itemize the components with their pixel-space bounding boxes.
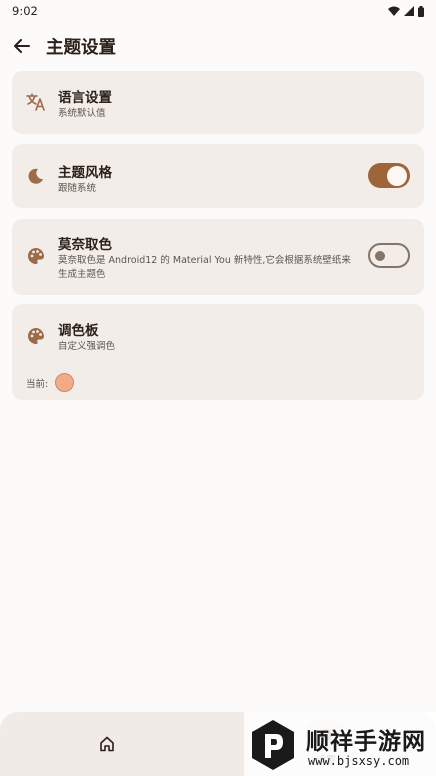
page-title: 主题设置 (46, 37, 116, 58)
watermark-url: www.bjsxsy.com (308, 754, 410, 768)
language-title: 语言设置 (58, 90, 112, 106)
translate-icon (26, 92, 46, 112)
status-icons (388, 5, 424, 17)
monet-description: 莫奈取色是 Android12 的 Material You 新特性,它会根据系… (58, 255, 351, 280)
watermark: 顺祥手游网 www.bjsxsy.com (244, 712, 436, 776)
wifi-icon (388, 6, 400, 16)
app-bar: 主题设置 (0, 28, 436, 64)
back-button[interactable] (0, 28, 44, 64)
moon-icon (26, 166, 46, 186)
language-subtitle: 系统默认值 (58, 108, 106, 119)
palette-icon (26, 246, 46, 266)
palette-subtitle: 自定义强调色 (58, 341, 116, 352)
theme-style-switch[interactable] (368, 163, 410, 188)
monet-switch[interactable] (368, 243, 410, 268)
signal-icon (404, 6, 414, 16)
switch-knob (387, 165, 407, 186)
palette-card[interactable]: 调色板 自定义强调色 当前: (12, 304, 424, 400)
current-color-label: 当前: (26, 379, 49, 390)
arrow-left-icon (14, 39, 30, 53)
watermark-brand: 顺祥手游网 (306, 729, 426, 755)
palette-icon (26, 326, 46, 346)
home-icon[interactable] (97, 734, 117, 754)
language-setting-card[interactable]: 语言设置 系统默认值 (12, 71, 424, 134)
monet-color-card[interactable]: 莫奈取色 莫奈取色是 Android12 的 Material You 新特性,… (12, 219, 424, 295)
current-color-swatch[interactable] (55, 373, 74, 392)
theme-style-subtitle: 跟随系统 (58, 183, 97, 194)
status-bar: 9:02 (0, 0, 436, 22)
theme-style-card[interactable]: 主题风格 跟随系统 (12, 144, 424, 208)
palette-title: 调色板 (58, 323, 99, 339)
watermark-logo (252, 720, 294, 770)
status-time: 9:02 (12, 4, 38, 18)
monet-title: 莫奈取色 (58, 237, 112, 253)
battery-icon (418, 5, 424, 17)
switch-knob (375, 251, 385, 261)
theme-style-title: 主题风格 (58, 165, 112, 181)
